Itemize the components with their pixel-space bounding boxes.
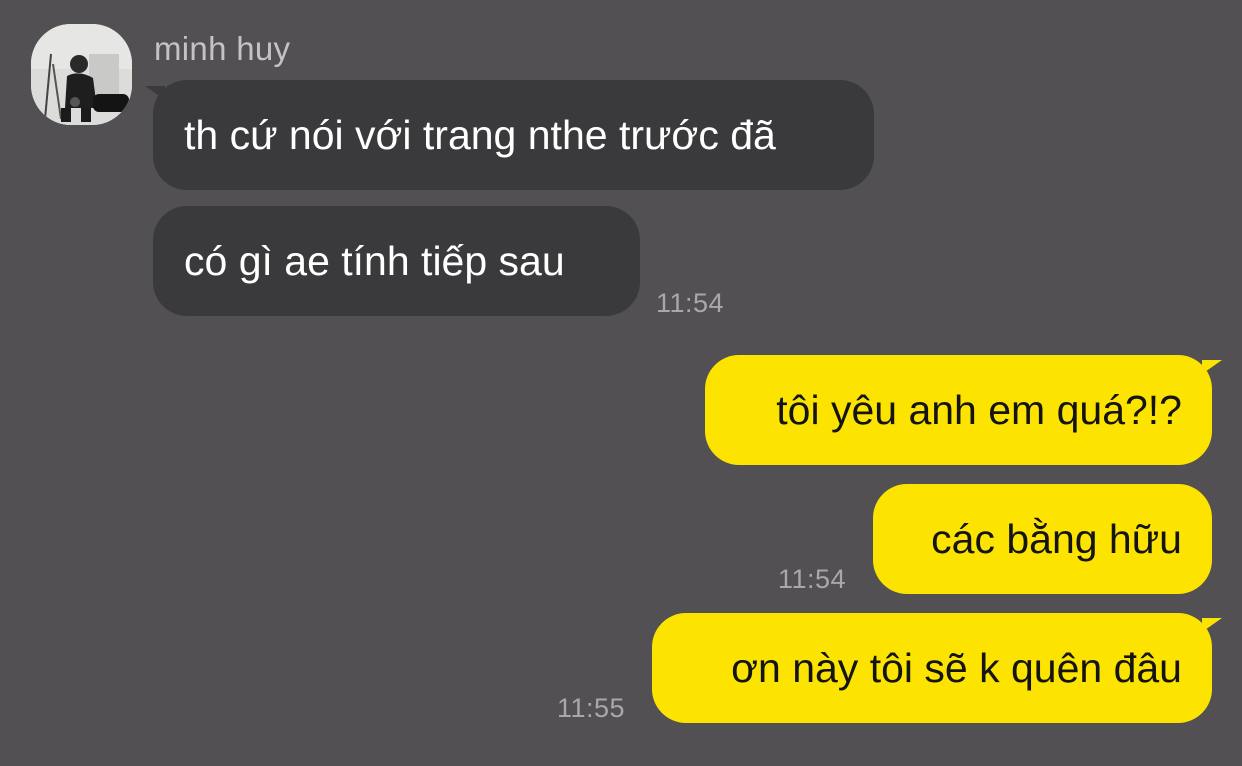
message-timestamp: 11:54 bbox=[656, 288, 725, 318]
incoming-message-bubble[interactable]: có gì ae tính tiếp sau bbox=[153, 206, 640, 316]
chat-screen: minh huy th cứ nói với trang nthe trước … bbox=[0, 0, 1242, 766]
outgoing-message-bubble[interactable]: ơn này tôi sẽ k quên đâu bbox=[652, 613, 1212, 723]
incoming-message-bubble[interactable]: th cứ nói với trang nthe trước đã bbox=[153, 80, 874, 190]
outgoing-message-bubble[interactable]: tôi yêu anh em quá?!? bbox=[705, 355, 1212, 465]
outgoing-message-bubble[interactable]: các bằng hữu bbox=[873, 484, 1212, 594]
contact-name: minh huy bbox=[154, 30, 291, 67]
message-timestamp: 11:55 bbox=[557, 693, 626, 723]
avatar-photo-icon bbox=[31, 24, 132, 125]
message-timestamp: 11:54 bbox=[778, 564, 847, 594]
contact-avatar[interactable] bbox=[31, 24, 132, 125]
